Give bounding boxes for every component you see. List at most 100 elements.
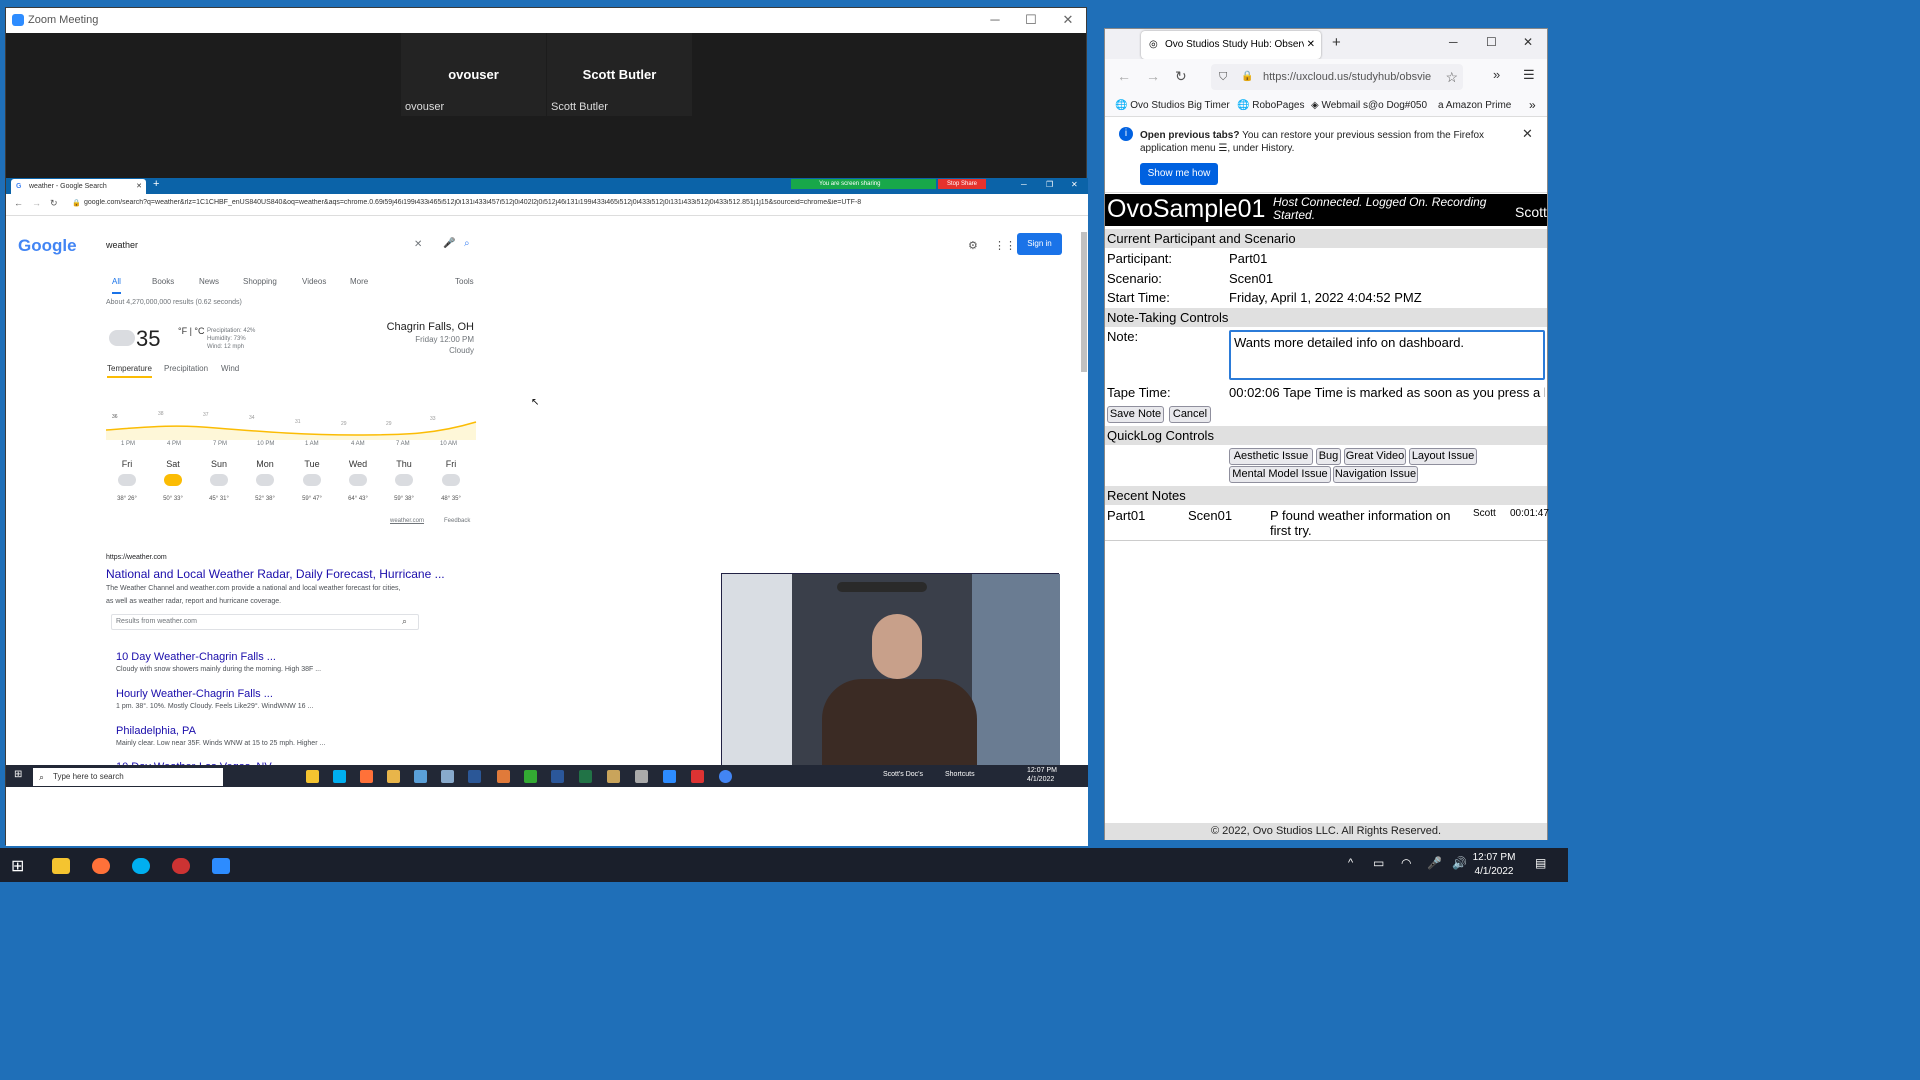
search-icon[interactable]: ⌕ <box>402 616 407 627</box>
toolbar-label[interactable]: Shortcuts <box>945 771 975 778</box>
firefox-icon[interactable] <box>92 858 110 874</box>
close-button[interactable]: ✕ <box>1523 35 1533 49</box>
tab-close-icon[interactable]: ✕ <box>136 179 142 194</box>
forward-icon[interactable]: → <box>1146 68 1160 84</box>
system-clock[interactable]: 12:07 PM 4/1/2022 <box>1464 851 1524 879</box>
chrome-tab[interactable]: G weather - Google Search ✕ <box>11 179 146 194</box>
sublink-title[interactable]: Philadelphia, PA <box>116 725 196 737</box>
notifications-icon[interactable]: ▤ <box>1535 856 1546 870</box>
save-note-button[interactable]: Save Note <box>1107 406 1164 423</box>
wifi-icon[interactable]: ◠ <box>1401 856 1411 870</box>
calculator-icon[interactable] <box>414 770 427 783</box>
google-logo[interactable]: Google <box>18 236 77 256</box>
firefox-icon[interactable] <box>360 770 373 783</box>
restore-icon[interactable]: ❐ <box>1046 180 1053 189</box>
quicklog-mental-model-button[interactable]: Mental Model Issue <box>1229 466 1331 483</box>
show-me-how-button[interactable]: Show me how <box>1140 163 1218 185</box>
site-search-input[interactable]: Results from weather.com ⌕ <box>111 614 419 630</box>
battery-icon[interactable]: ▭ <box>1373 856 1384 870</box>
reload-icon[interactable]: ↻ <box>50 198 58 209</box>
new-tab-button[interactable]: + <box>1332 34 1341 51</box>
inner-clock-date[interactable]: 4/1/2022 <box>1027 776 1054 783</box>
tab-shopping[interactable]: Shopping <box>243 277 277 286</box>
tab-all[interactable]: All <box>112 277 121 294</box>
toolbar-label[interactable]: Scott's Doc's <box>883 771 923 778</box>
stop-share-button[interactable]: Stop Share <box>938 179 986 189</box>
feedback-link[interactable]: Feedback <box>444 518 470 524</box>
windows-start-icon[interactable]: ⊞ <box>11 856 24 876</box>
settings-gear-icon[interactable]: ⚙ <box>968 239 978 252</box>
bookmark-star-icon[interactable]: ☆ <box>1445 64 1458 90</box>
tab-wind[interactable]: Wind <box>221 364 239 373</box>
scrollbar[interactable] <box>1081 232 1087 372</box>
windows-start-icon[interactable]: ⊞ <box>14 769 22 780</box>
tab-books[interactable]: Books <box>152 277 174 286</box>
sublink-title[interactable]: 10 Day Weather-Chagrin Falls ... <box>116 651 276 663</box>
excel-icon[interactable] <box>579 770 592 783</box>
firefox-tab[interactable]: ◎ Ovo Studios Study Hub: Observ ✕ <box>1141 31 1321 59</box>
inner-clock-time[interactable]: 12:07 PM <box>1027 767 1057 774</box>
forecast-day[interactable]: Fri <box>436 459 466 469</box>
file-explorer-icon[interactable] <box>52 858 70 874</box>
reload-icon[interactable]: ↻ <box>1175 68 1187 85</box>
tab-more[interactable]: More <box>350 277 368 286</box>
app-icon[interactable] <box>691 770 704 783</box>
new-tab-button[interactable]: + <box>153 178 159 190</box>
back-icon[interactable]: ← <box>14 198 23 208</box>
maximize-button[interactable]: ☐ <box>1012 8 1050 33</box>
apps-grid-icon[interactable]: ⋮⋮ <box>994 239 1016 252</box>
close-notification-icon[interactable]: ✕ <box>1522 126 1533 142</box>
maximize-button[interactable]: ☐ <box>1486 35 1497 49</box>
app-icon[interactable] <box>497 770 510 783</box>
forecast-day[interactable]: Tue <box>297 459 327 469</box>
tab-videos[interactable]: Videos <box>302 277 326 286</box>
app-icon[interactable] <box>607 770 620 783</box>
minimize-button[interactable]: ─ <box>1449 35 1458 49</box>
back-icon[interactable]: ← <box>1117 68 1131 84</box>
chrome-icon[interactable] <box>719 770 732 783</box>
quicklog-navigation-button[interactable]: Navigation Issue <box>1333 466 1418 483</box>
quicklog-great-video-button[interactable]: Great Video <box>1344 448 1406 465</box>
menu-icon[interactable]: ☰ <box>1523 67 1535 83</box>
file-explorer-icon[interactable] <box>306 770 319 783</box>
tab-close-icon[interactable]: ✕ <box>1303 31 1315 59</box>
zoom-icon[interactable] <box>663 770 676 783</box>
forecast-day[interactable]: Sun <box>204 459 234 469</box>
skype-icon[interactable] <box>333 770 346 783</box>
tab-precipitation[interactable]: Precipitation <box>164 364 208 373</box>
tray-chevron-icon[interactable]: ^ <box>1348 857 1353 869</box>
tab-news[interactable]: News <box>199 277 219 286</box>
forecast-day[interactable]: Wed <box>343 459 373 469</box>
inner-search-box[interactable]: ⌕ Type here to search <box>33 768 223 786</box>
app-icon[interactable] <box>524 770 537 783</box>
google-search-input[interactable]: weather <box>106 240 138 250</box>
clear-icon[interactable]: ✕ <box>414 239 422 250</box>
folder-icon[interactable] <box>387 770 400 783</box>
zoom-icon[interactable] <box>212 858 230 874</box>
forecast-day[interactable]: Thu <box>389 459 419 469</box>
mic-icon[interactable]: 🎤 <box>443 238 455 249</box>
quicklog-layout-button[interactable]: Layout Issue <box>1409 448 1477 465</box>
mic-icon[interactable]: 🎤 <box>1427 856 1442 870</box>
bookmarks-overflow-icon[interactable]: » <box>1529 98 1536 112</box>
cancel-button[interactable]: Cancel <box>1169 406 1211 423</box>
skype-icon[interactable] <box>132 858 150 874</box>
shield-icon[interactable]: ⛉ <box>1219 64 1227 90</box>
sign-in-button[interactable]: Sign in <box>1017 233 1062 255</box>
search-icon[interactable]: ⌕ <box>464 238 470 249</box>
quicklog-bug-button[interactable]: Bug <box>1316 448 1341 465</box>
sublink-title[interactable]: Hourly Weather-Chagrin Falls ... <box>116 688 273 700</box>
forward-icon[interactable]: → <box>32 198 41 208</box>
result-title-link[interactable]: National and Local Weather Radar, Daily … <box>106 567 445 581</box>
app-icon[interactable] <box>635 770 648 783</box>
bookmark-item[interactable]: 🌐 RoboPages <box>1237 100 1305 111</box>
minimize-button[interactable]: ─ <box>976 8 1014 33</box>
weather-source-link[interactable]: weather.com <box>390 518 424 524</box>
tools-button[interactable]: Tools <box>455 277 474 286</box>
bookmark-item[interactable]: a Amazon Prime <box>1438 100 1511 111</box>
app-icon[interactable] <box>172 858 190 874</box>
bookmark-item[interactable]: 🌐 Ovo Studios Big Timer <box>1115 100 1230 111</box>
quicklog-aesthetic-button[interactable]: Aesthetic Issue <box>1229 448 1313 465</box>
participant-tile[interactable]: ovouser ovouser <box>401 33 546 116</box>
chrome-address-bar[interactable]: google.com/search?q=weather&rlz=1C1CHBF_… <box>84 199 964 206</box>
